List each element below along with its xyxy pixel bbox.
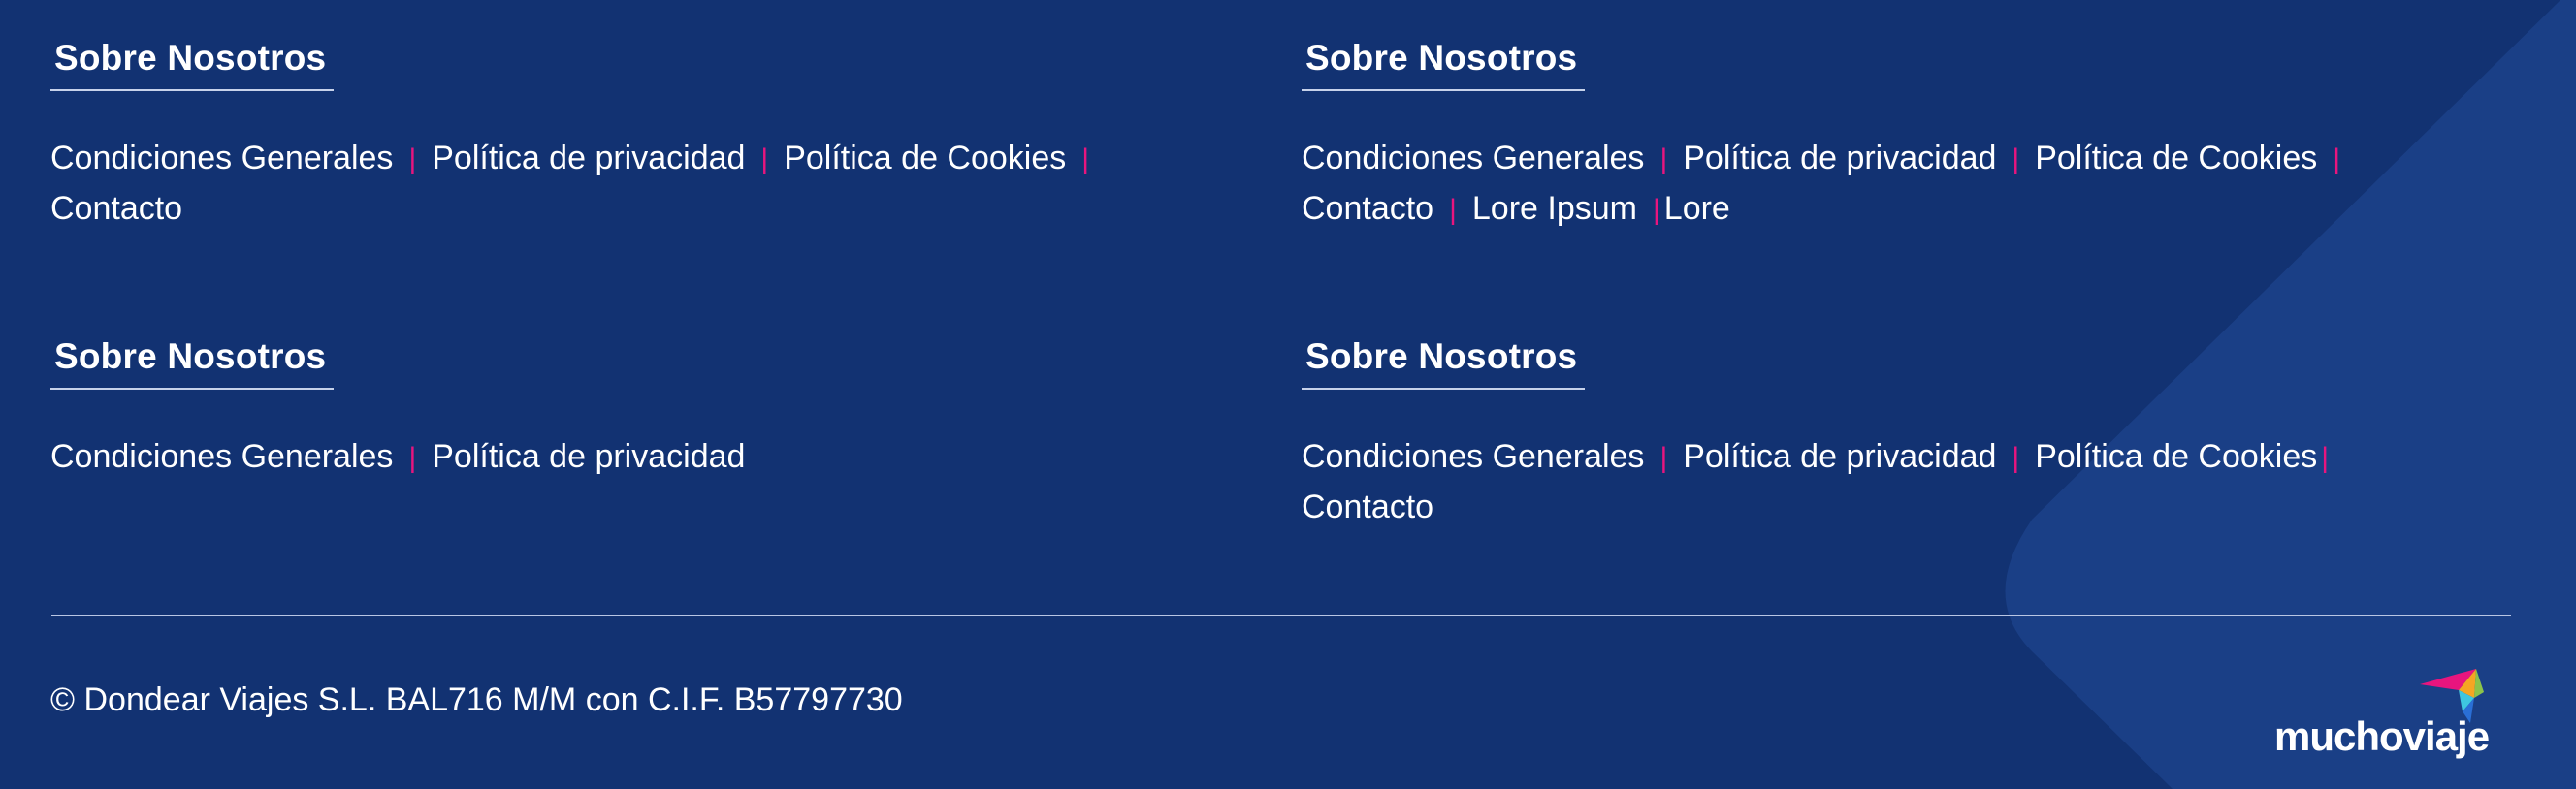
- link-politica-privacidad[interactable]: Política de privacidad: [432, 140, 745, 176]
- link-separator: |: [408, 442, 417, 474]
- link-politica-privacidad[interactable]: Política de privacidad: [1683, 438, 1996, 475]
- link-separator: |: [2012, 143, 2020, 175]
- heading-underline: [50, 89, 334, 91]
- heading-underline: [50, 388, 334, 390]
- link-condiciones-generales[interactable]: Condiciones Generales: [50, 438, 393, 475]
- copyright-text: © Dondear Viajes S.L. BAL716 M/M con C.I…: [50, 681, 903, 718]
- link-separator: |: [2012, 442, 2020, 474]
- link-separator: |: [760, 143, 769, 175]
- heading-underline: [1302, 89, 1585, 91]
- link-separator: |: [2321, 442, 2330, 474]
- link-separator: |: [1081, 143, 1090, 175]
- link-politica-privacidad[interactable]: Política de privacidad: [1683, 140, 1996, 176]
- link-contacto[interactable]: Contacto: [1302, 489, 1433, 525]
- section-heading: Sobre Nosotros: [1305, 38, 1578, 78]
- link-contacto[interactable]: Contacto: [50, 190, 182, 227]
- link-lore-ipsum[interactable]: Lore Ipsum: [1472, 190, 1637, 227]
- footer-links: Condiciones Generales | Política de privac…: [50, 134, 1166, 233]
- link-separator: |: [2333, 143, 2341, 175]
- footer-section-2: Sobre Nosotros Condiciones Generales | Pol…: [1302, 33, 2417, 235]
- link-politica-cookies[interactable]: Política de Cookies: [2035, 140, 2317, 176]
- footer-links: Condiciones Generales | Política de privac…: [1302, 432, 2417, 531]
- section-heading: Sobre Nosotros: [54, 38, 327, 78]
- link-politica-cookies[interactable]: Política de Cookies: [784, 140, 1066, 176]
- footer-section-4: Sobre Nosotros Condiciones Generales | Pol…: [1302, 331, 2417, 531]
- section-heading: Sobre Nosotros: [54, 336, 327, 376]
- link-condiciones-generales[interactable]: Condiciones Generales: [50, 140, 393, 176]
- link-politica-privacidad[interactable]: Política de privacidad: [432, 438, 745, 475]
- footer-section-3: Sobre Nosotros Condiciones Generales | Pol…: [50, 331, 1166, 483]
- link-separator: |: [1449, 194, 1457, 226]
- link-separator: |: [408, 143, 417, 175]
- footer-links: Condiciones Generales | Política de privac…: [1302, 134, 2417, 235]
- footer-section-1: Sobre Nosotros Condiciones Generales | Pol…: [50, 33, 1166, 233]
- site-footer: Sobre Nosotros Condiciones Generales | Pol…: [0, 0, 2576, 789]
- link-politica-cookies[interactable]: Política de Cookies: [2035, 438, 2317, 475]
- link-separator: |: [1659, 442, 1668, 474]
- footer-links: Condiciones Generales | Política de privac…: [50, 432, 1166, 483]
- link-separator: |: [1659, 143, 1668, 175]
- link-separator: |: [1652, 194, 1660, 226]
- heading-underline: [1302, 388, 1585, 390]
- brand-logo[interactable]: muchoviaje: [2274, 669, 2497, 766]
- paper-plane-logo-icon: [2420, 669, 2484, 723]
- footer-divider: [51, 615, 2511, 616]
- link-condiciones-generales[interactable]: Condiciones Generales: [1302, 438, 1644, 475]
- link-condiciones-generales[interactable]: Condiciones Generales: [1302, 140, 1644, 176]
- section-heading: Sobre Nosotros: [1305, 336, 1578, 376]
- link-contacto[interactable]: Contacto: [1302, 190, 1433, 227]
- link-lore[interactable]: Lore: [1664, 190, 1730, 227]
